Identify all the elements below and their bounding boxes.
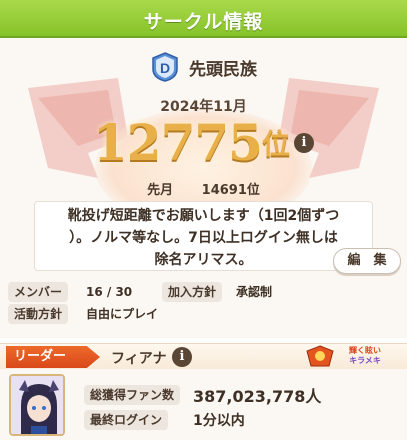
- join-policy-label: 加入方針: [162, 282, 223, 302]
- circle-title-row: D 先頭民族: [0, 52, 407, 82]
- message-line: 除名アリマス。: [154, 252, 253, 268]
- title-badge-icon: [306, 345, 334, 367]
- members-value: 16 / 30: [86, 285, 133, 299]
- last-login-value: 1分以内: [193, 413, 245, 429]
- page-title: サークル情報: [143, 11, 264, 33]
- info-icon[interactable]: i: [172, 346, 192, 367]
- activity-policy-value: 自由にプレイ: [86, 307, 159, 321]
- leader-info-icon[interactable]: i: [172, 346, 192, 367]
- fans-value: 387,023,778人: [193, 387, 322, 406]
- message-line: ）。ノルマ等なし。7日以上ログイン無しは: [69, 230, 338, 246]
- circle-name: 先頭民族: [189, 59, 258, 80]
- activity-policy-label: 活動方針: [8, 304, 69, 324]
- fans-label: 総獲得ファン数: [84, 385, 181, 405]
- leader-tag: リーダー: [6, 346, 100, 368]
- circle-rank: 12775: [93, 113, 263, 172]
- circle-message: 靴投げ短距離でお願いします（1回2個ずつ ）。ノルマ等なし。7日以上ログイン無し…: [34, 201, 373, 271]
- leader-avatar: [9, 374, 65, 436]
- last-login-label: 最終ログイン: [84, 410, 169, 430]
- previous-month-rank: 先月 14691位: [0, 179, 407, 198]
- rank-suffix: 位: [261, 127, 290, 161]
- title-bar: サークル情報: [0, 0, 407, 38]
- circle-info-panel: D 先頭民族 2024年11月 12775位 i 先月 14691位 靴投げ短距離…: [0, 38, 407, 338]
- rank-info-icon[interactable]: i: [293, 132, 314, 153]
- circle-emblem-icon: D: [152, 52, 178, 82]
- badge-line-2: キラメキ: [349, 356, 381, 365]
- badge-line-1: 輝く眩い: [349, 346, 381, 355]
- emblem-letter: D: [160, 60, 170, 76]
- members-label: メンバー: [8, 282, 69, 302]
- join-policy-value: 承認制: [236, 285, 273, 299]
- prev-month-rank: 14691位: [201, 183, 260, 198]
- edit-button[interactable]: 編 集: [333, 248, 401, 274]
- avatar-character-icon: [11, 376, 63, 434]
- message-line: 靴投げ短距離でお願いします（1回2個ずつ: [67, 208, 340, 224]
- leader-name: フィアナ: [111, 351, 167, 367]
- rank-row: 12775位 i: [0, 113, 407, 172]
- title-badge-text: 輝く眩い キラメキ: [337, 346, 393, 366]
- prev-month-label: 先月: [147, 183, 174, 198]
